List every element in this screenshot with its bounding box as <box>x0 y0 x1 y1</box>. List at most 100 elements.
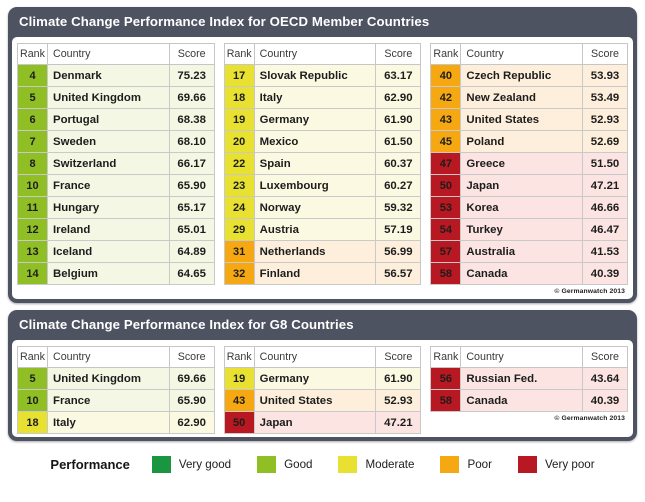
cell-rank: 12 <box>17 218 48 241</box>
legend-label-moderate: Moderate <box>365 457 415 471</box>
g8-table-1: Rank Country Score 5 United Kingdom 69.66 1… <box>17 346 215 434</box>
table-header-row: Rank Country Score <box>17 43 215 65</box>
cell-score: 43.64 <box>582 367 629 390</box>
cell-score: 65.90 <box>168 389 215 412</box>
cell-country: Czech Republic <box>460 64 584 87</box>
cell-score: 51.50 <box>582 152 629 175</box>
header-rank: Rank <box>17 346 48 368</box>
cell-score: 53.93 <box>582 64 629 87</box>
g8-column-3: Rank Country Score 56 Russian Fed. 43.64 58… <box>430 346 629 434</box>
panel-g8-body: Rank Country Score 5 United Kingdom 69.66 1… <box>12 340 633 437</box>
cell-rank: 47 <box>430 152 462 175</box>
cell-rank: 40 <box>430 64 462 87</box>
cell-rank: 20 <box>223 130 255 153</box>
cell-country: France <box>47 174 170 197</box>
cell-score: 41.53 <box>582 240 629 263</box>
header-rank: Rank <box>223 43 255 65</box>
table-row: 5 United Kingdom 69.66 <box>17 86 215 109</box>
header-country: Country <box>460 346 584 368</box>
cell-country: Netherlands <box>253 240 377 263</box>
header-country: Country <box>253 43 377 65</box>
legend-label-poor: Poor <box>467 457 492 471</box>
cell-rank: 56 <box>430 367 462 390</box>
cell-country: Canada <box>460 389 584 412</box>
table-header-row: Rank Country Score <box>223 346 422 368</box>
cell-score: 69.66 <box>168 86 215 109</box>
cell-rank: 17 <box>223 64 255 87</box>
table-row: 24 Norway 59.32 <box>223 196 422 219</box>
table-row: 54 Turkey 46.47 <box>430 218 629 241</box>
cell-country: Luxembourg <box>253 174 377 197</box>
table-row: 57 Australia 41.53 <box>430 240 629 263</box>
header-score: Score <box>582 346 629 368</box>
g8-table-2: Rank Country Score 19 Germany 61.90 43 Unite… <box>223 346 422 434</box>
legend-item-poor: Poor <box>440 455 492 473</box>
cell-country: Germany <box>253 367 377 390</box>
oecd-column-2: Rank Country Score 17 Slovak Republic 63.1… <box>223 43 422 296</box>
panel-oecd-title: Climate Change Performance Index for OEC… <box>19 14 430 29</box>
cell-rank: 43 <box>223 389 255 412</box>
cell-rank: 24 <box>223 196 255 219</box>
cell-rank: 18 <box>223 86 255 109</box>
cell-score: 66.17 <box>168 152 215 175</box>
table-row: 10 France 65.90 <box>17 389 215 412</box>
cell-country: Spain <box>253 152 377 175</box>
cell-score: 46.47 <box>582 218 629 241</box>
cell-country: Mexico <box>253 130 377 153</box>
legend-items: Very good Good Moderate Poor Very poor <box>151 455 595 473</box>
cell-rank: 14 <box>17 262 48 285</box>
header-country: Country <box>47 43 170 65</box>
cell-rank: 4 <box>17 64 48 87</box>
table-row: 14 Belgium 64.65 <box>17 262 215 285</box>
cell-score: 61.50 <box>375 130 422 153</box>
cell-rank: 23 <box>223 174 255 197</box>
panel-oecd-body: Rank Country Score 4 Denmark 75.23 5 United … <box>12 37 633 299</box>
header-score: Score <box>168 346 215 368</box>
header-country: Country <box>47 346 170 368</box>
table-row: 13 Iceland 64.89 <box>17 240 215 263</box>
table-row: 29 Austria 57.19 <box>223 218 422 241</box>
g8-column-1: Rank Country Score 5 United Kingdom 69.66 1… <box>17 346 215 434</box>
cell-score: 65.17 <box>168 196 215 219</box>
g8-rows-3: 56 Russian Fed. 43.64 58 Canada 40.39 <box>430 367 629 412</box>
cell-rank: 53 <box>430 196 462 219</box>
cell-country: Japan <box>460 174 584 197</box>
cell-rank: 43 <box>430 108 462 131</box>
cell-score: 60.37 <box>375 152 422 175</box>
cell-rank: 58 <box>430 389 462 412</box>
cell-score: 57.19 <box>375 218 422 241</box>
cell-country: Australia <box>460 240 584 263</box>
table-header-row: Rank Country Score <box>17 346 215 368</box>
table-row: 45 Poland 52.69 <box>430 130 629 153</box>
cell-country: Denmark <box>47 64 170 87</box>
table-row: 58 Canada 40.39 <box>430 262 629 285</box>
table-row: 23 Luxembourg 60.27 <box>223 174 422 197</box>
table-row: 32 Finland 56.57 <box>223 262 422 285</box>
cell-rank: 58 <box>430 262 462 285</box>
cell-score: 65.90 <box>168 174 215 197</box>
credit-germanwatch: © Germanwatch 2013 <box>554 288 626 295</box>
header-score: Score <box>168 43 215 65</box>
cell-rank: 29 <box>223 218 255 241</box>
cell-score: 68.10 <box>168 130 215 153</box>
header-rank: Rank <box>223 346 255 368</box>
cell-score: 40.39 <box>582 389 629 412</box>
header-score: Score <box>375 43 422 65</box>
table-row: 8 Switzerland 66.17 <box>17 152 215 175</box>
table-row: 11 Hungary 65.17 <box>17 196 215 219</box>
cell-score: 59.32 <box>375 196 422 219</box>
cell-score: 40.39 <box>582 262 629 285</box>
g8-rows-2: 19 Germany 61.90 43 United States 52.93 50 Japa… <box>223 367 422 434</box>
oecd-table-2: Rank Country Score 17 Slovak Republic 63.1… <box>223 43 422 285</box>
table-row: 43 United States 52.93 <box>430 108 629 131</box>
oecd-table-1: Rank Country Score 4 Denmark 75.23 5 United … <box>17 43 215 285</box>
table-row: 5 United Kingdom 69.66 <box>17 367 215 390</box>
cell-rank: 7 <box>17 130 48 153</box>
cell-score: 56.57 <box>375 262 422 285</box>
header-rank: Rank <box>430 43 462 65</box>
table-row: 42 New Zealand 53.49 <box>430 86 629 109</box>
cell-rank: 8 <box>17 152 48 175</box>
legend-title: Performance <box>50 456 130 472</box>
legend-item-verypoor: Very poor <box>517 455 595 473</box>
cell-country: United Kingdom <box>47 86 170 109</box>
